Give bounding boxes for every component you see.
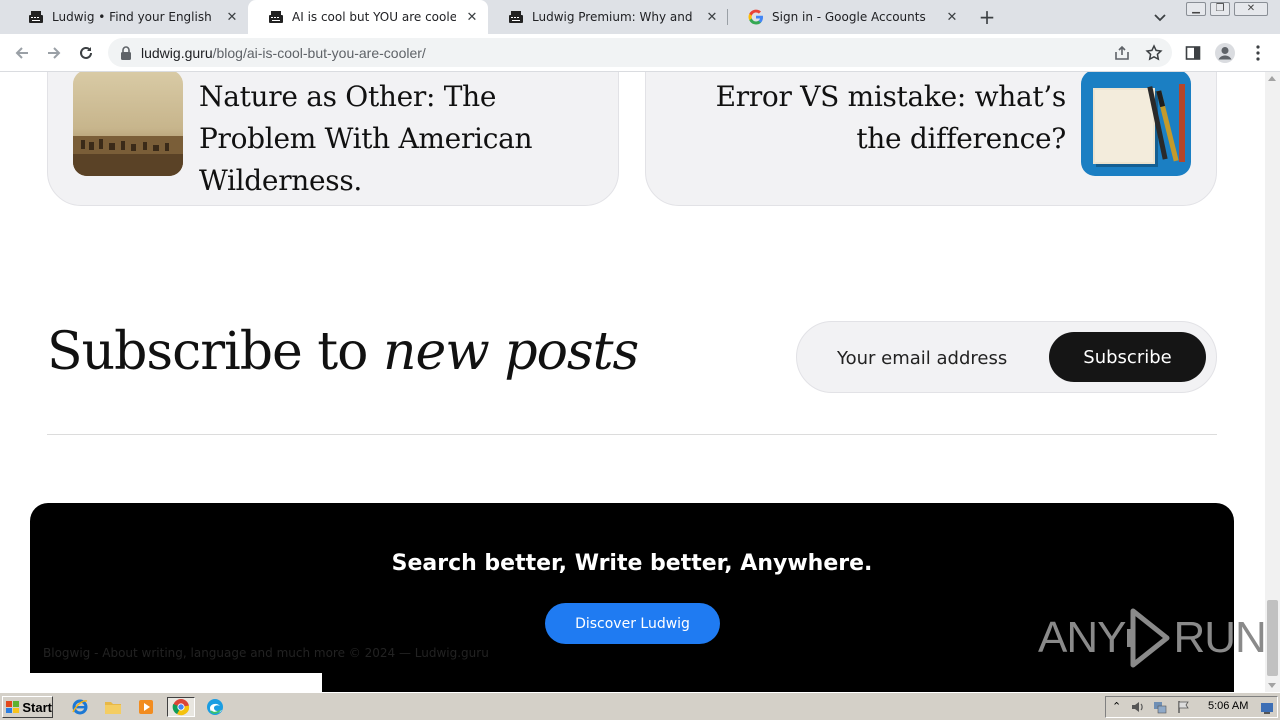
restore-window-button[interactable]: ❐ [1210,2,1230,16]
close-tab-icon[interactable]: ✕ [944,9,960,25]
new-tab-button[interactable]: + [976,6,998,28]
volume-icon[interactable] [1130,699,1146,719]
share-icon[interactable] [1111,42,1133,64]
browser-toolbar: ludwig.guru/blog/ai-is-cool-but-you-are-… [0,34,1280,72]
page-viewport: Nature as Other: The Problem With Americ… [0,72,1265,692]
footer-copyright: Blogwig - About writing, language and mu… [43,646,489,660]
page-bottom-strip [0,673,322,692]
tray-expand-chevron-icon[interactable]: ⌃ [1112,700,1121,713]
anyrun-watermark-logo: ANY RUN [1038,607,1265,669]
action-center-flag-icon[interactable] [1176,699,1192,719]
subscribe-heading: Subscribe to new posts [47,322,639,382]
play-triangle-icon [1127,608,1170,668]
scroll-up-arrow-icon[interactable] [1268,76,1276,81]
side-panel-icon[interactable] [1182,42,1204,64]
start-button[interactable]: Start [2,696,53,718]
footer-banner: Search better, Write better, Anywhere. D… [30,503,1265,692]
tab-strip: Ludwig • Find your English sentence ✕ AI… [0,0,1280,34]
media-player-icon[interactable] [135,697,157,717]
tab-ludwig-premium[interactable]: Ludwig Premium: Why and How. An ✕ [488,0,728,34]
page-scrollbar[interactable] [1265,72,1280,692]
bookmark-star-icon[interactable] [1143,42,1165,64]
related-post-title[interactable]: Nature as Other: The Problem With Americ… [199,76,599,202]
network-icon[interactable] [1152,699,1168,719]
reload-icon[interactable] [74,41,98,65]
internet-explorer-icon[interactable] [69,697,91,717]
windows-flag-icon [6,701,20,713]
google-g-icon [748,9,764,25]
windows-taskbar: Start ⌃ 5:06 AM [0,692,1280,720]
address-bar[interactable]: ludwig.guru/blog/ai-is-cool-but-you-are-… [108,38,1172,67]
tab-google-signin[interactable]: Sign in - Google Accounts ✕ [728,0,968,34]
tab-search-chevron-icon[interactable] [1151,8,1169,26]
related-post-title[interactable]: Error VS mistake: what’s the difference? [686,76,1067,160]
close-tab-icon[interactable]: ✕ [704,9,720,25]
minimize-window-button[interactable]: ▁ [1186,2,1206,16]
related-post-card-error-vs-mistake[interactable]: Error VS mistake: what’s the difference? [645,72,1217,206]
related-post-card-nature[interactable]: Nature as Other: The Problem With Americ… [47,72,619,206]
tab-ai-is-cool[interactable]: AI is cool but YOU are cooler ✕ [248,0,488,34]
section-divider [47,434,1217,435]
subscribe-form: Subscribe [796,321,1217,393]
system-tray: ⌃ 5:06 AM [1105,696,1278,718]
tab-ludwig-home[interactable]: Ludwig • Find your English sentence ✕ [8,0,248,34]
close-tab-icon[interactable]: ✕ [464,9,480,25]
forward-arrow-icon[interactable] [42,41,66,65]
profile-avatar-icon[interactable] [1214,42,1236,64]
painting-thumbnail-image [73,72,183,176]
ludwig-typewriter-icon [28,9,44,25]
edge-browser-icon[interactable] [204,697,226,717]
scroll-down-arrow-icon[interactable] [1268,683,1276,688]
file-explorer-icon[interactable] [102,697,124,717]
url-text: ludwig.guru/blog/ai-is-cool-but-you-are-… [141,45,426,61]
taskbar-clock[interactable]: 5:06 AM [1208,700,1248,712]
browser-menu-kebab-icon[interactable] [1247,42,1269,64]
show-desktop-icon[interactable] [1260,700,1274,719]
notebook-pens-thumbnail-image [1081,72,1191,176]
subscribe-button[interactable]: Subscribe [1049,332,1206,382]
ludwig-typewriter-icon [268,9,284,25]
footer-tagline: Search better, Write better, Anywhere. [391,551,873,576]
close-tab-icon[interactable]: ✕ [224,9,240,25]
discover-ludwig-button[interactable]: Discover Ludwig [545,603,720,644]
chrome-taskbar-icon[interactable] [167,697,195,717]
ludwig-typewriter-icon [508,9,524,25]
email-input[interactable] [821,336,1041,380]
close-window-button[interactable]: ✕ [1234,2,1268,16]
back-arrow-icon[interactable] [10,41,34,65]
lock-icon [120,45,132,64]
scrollbar-thumb[interactable] [1267,600,1278,676]
